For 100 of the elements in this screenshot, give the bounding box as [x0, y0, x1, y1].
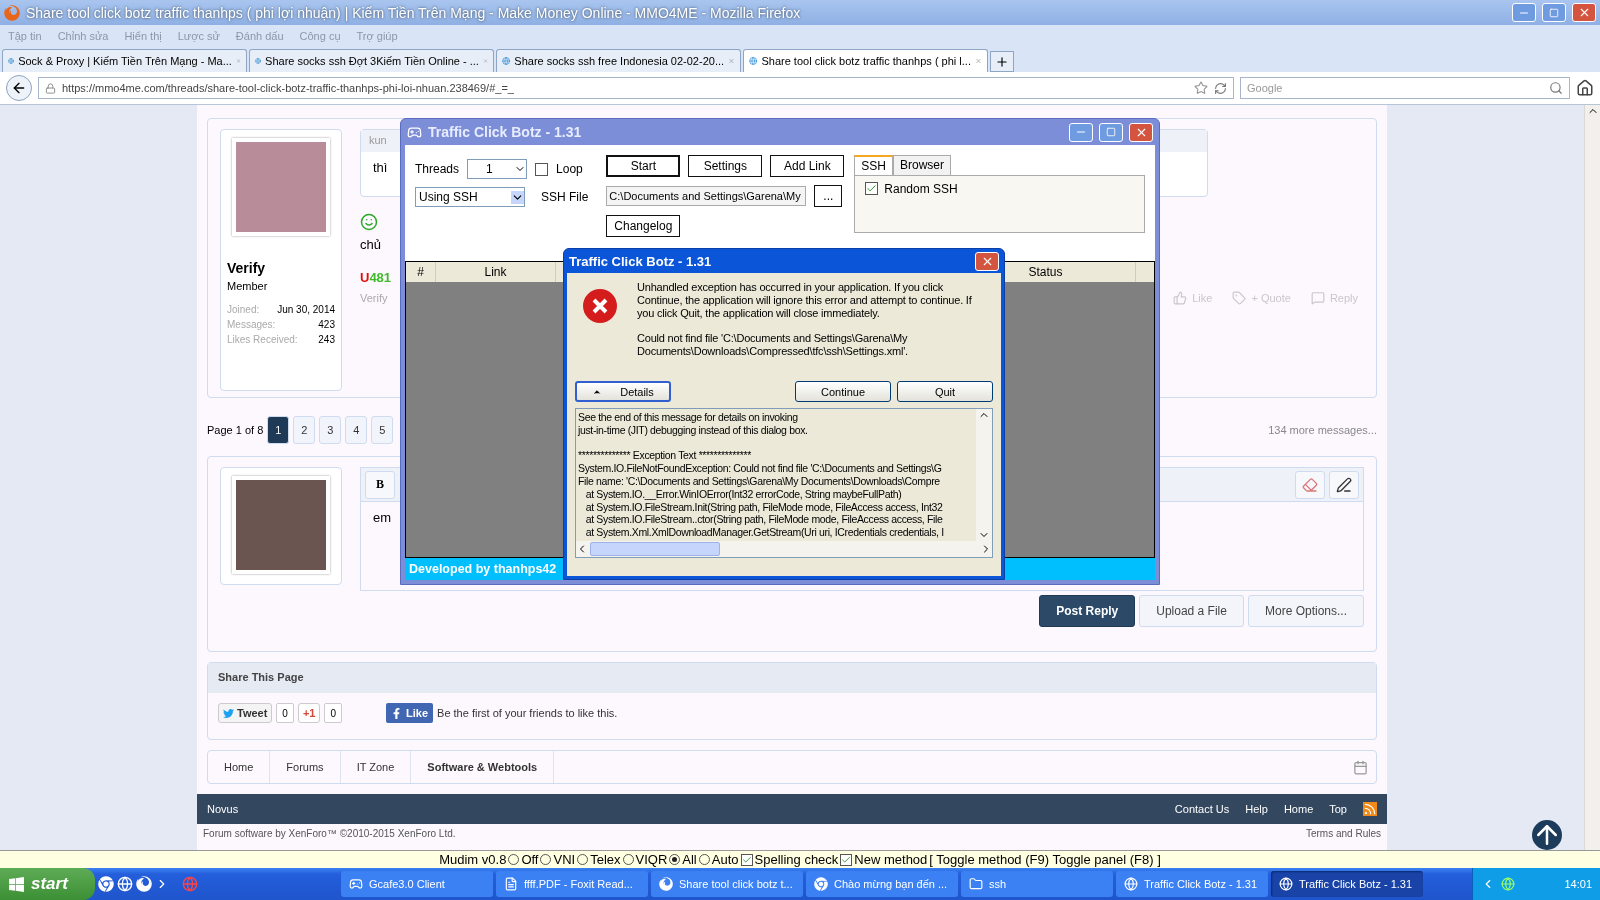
option-label: Auto [711, 852, 739, 867]
breadcrumb-link[interactable]: Software & Webtools [411, 751, 555, 783]
browser-tab[interactable]: Sock & Proxy | Kiếm Tiền Trên Mạng - Ma... [2, 49, 247, 72]
network-icon[interactable] [1501, 877, 1515, 891]
firefox-icon[interactable] [136, 876, 152, 892]
checkbox[interactable] [840, 853, 853, 866]
close-button[interactable] [975, 251, 999, 271]
app-title: Traffic Click Botz - 1.31 [428, 124, 583, 140]
details-button[interactable]: Details [575, 381, 671, 402]
chrome-icon[interactable] [98, 876, 114, 892]
checkbox[interactable] [740, 853, 753, 866]
thumbs-up-icon [1173, 291, 1188, 305]
stat-label: Likes Received: [227, 334, 298, 345]
app-button[interactable]: Start [606, 155, 681, 177]
browser-tab[interactable]: Share socks ssh Đợt 3Kiếm Tiền Online - ... [249, 49, 494, 72]
tag-icon [1232, 291, 1247, 305]
taskbar-item[interactable]: Chào mừng bạn đến ... [806, 871, 958, 897]
quote-text: thì [373, 160, 388, 175]
tweet-button[interactable]: Tweet [218, 703, 273, 723]
restore-button[interactable] [1542, 3, 1566, 22]
page-button[interactable]: 2 [293, 416, 316, 444]
browser-tab[interactable]: Share tool click botz traffic thanhps ( phi l... [743, 49, 988, 72]
rss-icon[interactable] [1363, 802, 1377, 816]
stat-label: Joined: [227, 304, 260, 315]
footer-link[interactable]: Contact Us [1174, 803, 1230, 815]
taskbar-item[interactable]: Share tool click botz t... [651, 871, 803, 897]
taskbar-item[interactable]: ffff.PDF - Foxit Read... [496, 871, 648, 897]
page-button[interactable]: 4 [345, 416, 368, 444]
dialog-button[interactable]: Continue [795, 381, 891, 402]
signature-button[interactable] [1329, 470, 1359, 499]
page-button[interactable]: 5 [371, 416, 394, 444]
home-icon[interactable] [1576, 79, 1594, 97]
column-header[interactable]: # [406, 262, 436, 282]
reload-icon[interactable] [1214, 81, 1227, 95]
reply-form-button[interactable]: More Options... [1247, 595, 1364, 627]
option-label: New method [854, 852, 928, 867]
maximize-icon [1106, 127, 1116, 137]
page-label: Page 1 of 8 [207, 424, 264, 436]
option-label: Off [521, 852, 539, 867]
minimize-button[interactable] [1069, 122, 1093, 142]
plus-one-button[interactable]: +1 [297, 703, 321, 723]
panel-tab[interactable]: Browser [893, 155, 952, 175]
search-icon[interactable] [1549, 81, 1563, 95]
vertical-scrollbar[interactable] [976, 409, 992, 541]
mode-dropdown[interactable]: Using SSH [415, 187, 525, 207]
minimize-button[interactable] [1512, 3, 1536, 22]
close-button[interactable] [1129, 122, 1153, 142]
footer-link[interactable]: Help [1245, 803, 1268, 815]
horizontal-scrollbar[interactable] [576, 541, 992, 557]
breadcrumb-link[interactable]: Forums [270, 751, 341, 783]
stat-value: 243 [318, 334, 335, 345]
scroll-thumb[interactable] [590, 542, 720, 556]
footer-link[interactable]: Home [1283, 803, 1314, 815]
maximize-button[interactable] [1099, 122, 1123, 142]
threads-spinner[interactable]: 1 [467, 159, 528, 179]
windows-logo-icon [8, 875, 25, 893]
url-field[interactable]: https://mmo4me.com/threads/share-tool-click-botz-traffic-thanhps-phi-loi-nhuan.238469/#_=_ [38, 77, 1234, 99]
share-count: 0 [324, 703, 343, 723]
breadcrumb-link[interactable]: IT Zone [340, 751, 412, 783]
footer-link[interactable]: Top [1329, 803, 1347, 815]
bold-button[interactable]: B [365, 470, 395, 499]
taskbar-item[interactable]: Traffic Click Botz - 1.31 [1271, 871, 1423, 897]
mudim-name: Mudim v0.8 [439, 852, 507, 867]
taskbar-item[interactable]: Gcafe3.0 Client [341, 871, 493, 897]
breadcrumb-link[interactable]: Home [208, 751, 271, 783]
star-icon[interactable] [1194, 81, 1208, 95]
app-button[interactable]: Add Link [770, 155, 845, 177]
user-name[interactable]: Verify [227, 260, 335, 276]
style-link[interactable]: Novus [207, 803, 239, 815]
loop-checkbox[interactable] [535, 162, 549, 176]
bird-icon [223, 707, 234, 719]
panel-tab[interactable]: SSH [854, 155, 894, 175]
error-message: Unhandled exception has occurred in your application. If you click Continue, the application will ignore this error and attempt to continue. If you click Quit, the application will close immediately. [637, 281, 973, 320]
more-messages-link[interactable]: 134 more messages... [1268, 424, 1377, 436]
taskbar-item[interactable]: Traffic Click Botz - 1.31 [1116, 871, 1268, 897]
browser-tab[interactable]: Share socks ssh free Indonesia 02-02-20... [496, 49, 741, 72]
page-button[interactable]: 3 [319, 416, 342, 444]
user-title: Member [227, 280, 269, 292]
ssh-file-field[interactable]: C:\Documents and Settings\Garena\My [606, 186, 807, 206]
back-button[interactable] [6, 75, 32, 101]
random-ssh-checkbox[interactable] [865, 182, 879, 195]
scroll-to-top-icon[interactable] [1532, 820, 1562, 850]
new-tab-button[interactable] [990, 51, 1014, 72]
terms-link[interactable]: Terms and Rules [1305, 828, 1381, 839]
app-button[interactable]: Settings [688, 155, 763, 177]
page-button[interactable]: 1 [267, 416, 290, 444]
close-button[interactable] [1572, 3, 1596, 22]
dialog-button[interactable]: Quit [897, 381, 993, 402]
changelog-button[interactable]: Changelog [606, 215, 681, 237]
pen-icon [1336, 476, 1352, 493]
browse-button[interactable]: ... [814, 185, 843, 207]
firefox-icon [4, 4, 20, 21]
taskbar-item[interactable]: ssh [961, 871, 1113, 897]
reply-form-button[interactable]: Post Reply [1039, 595, 1136, 627]
share-count: 0 [276, 703, 294, 723]
like-button[interactable]: Like [386, 703, 434, 723]
globe-icon [502, 55, 511, 67]
column-header[interactable]: Link [436, 262, 556, 282]
reply-form-button[interactable]: Upload a File [1139, 595, 1244, 627]
scrollbar[interactable] [1584, 105, 1600, 850]
